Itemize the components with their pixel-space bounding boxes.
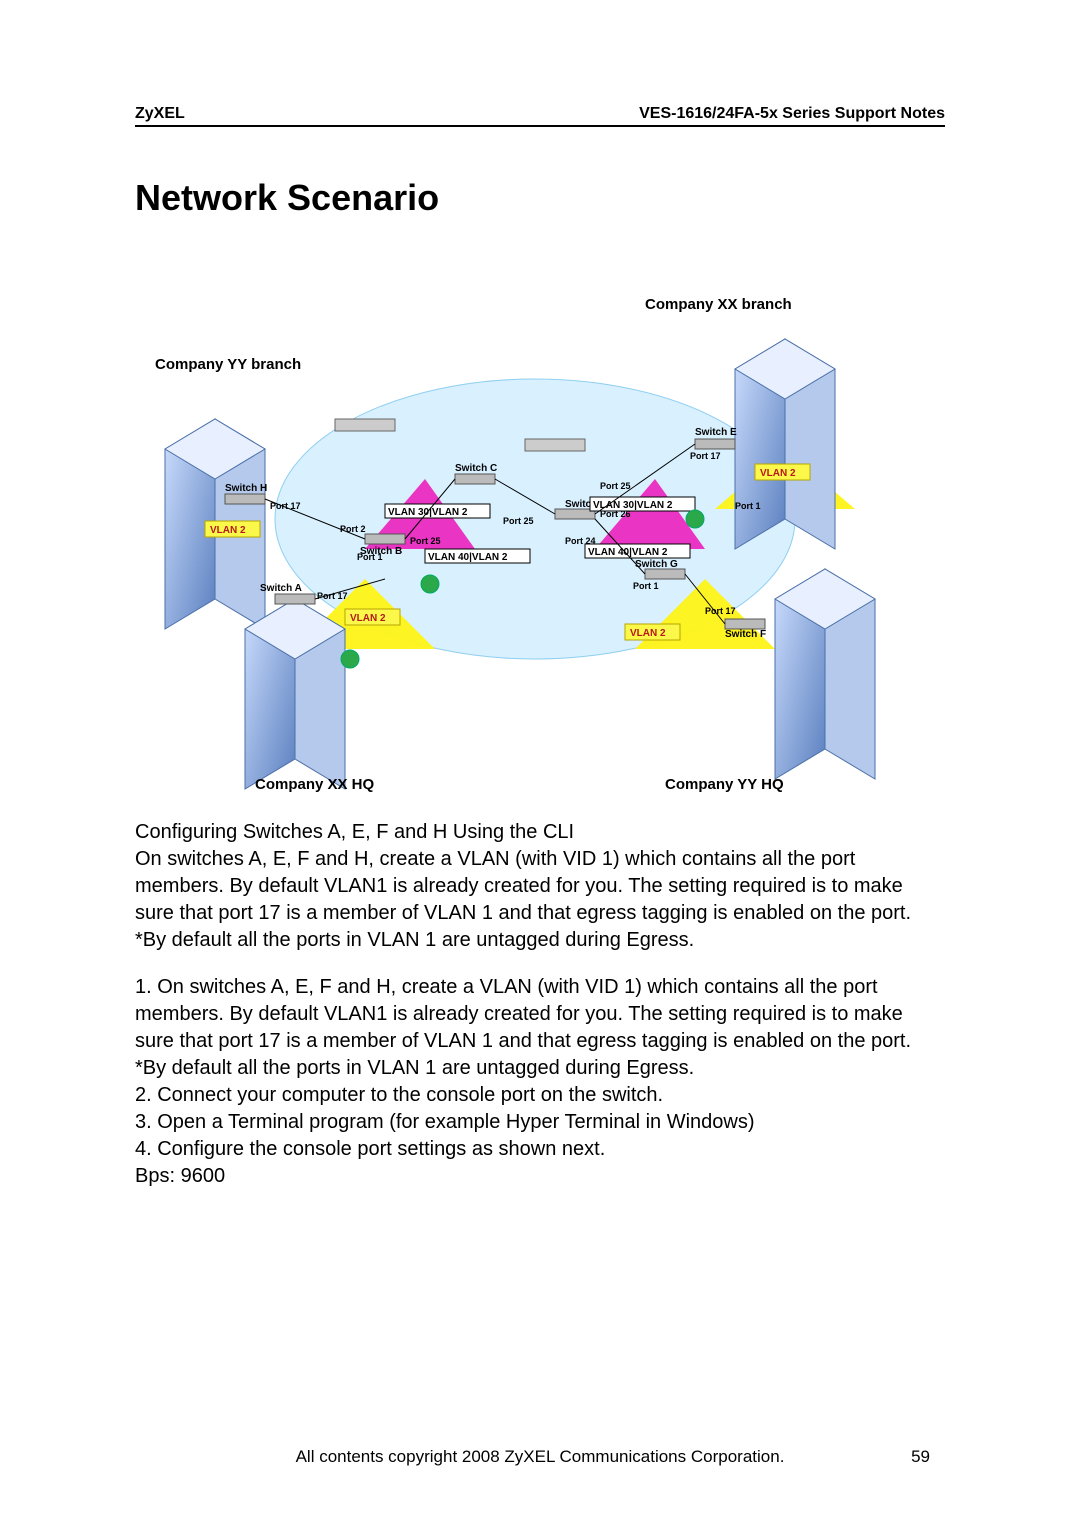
label-xx-branch: Company XX branch bbox=[645, 296, 792, 313]
intro-heading: Configuring Switches A, E, F and H Using… bbox=[135, 819, 945, 846]
switch-c-icon bbox=[455, 474, 495, 484]
vlan30-2-b: VLAN 30|VLAN 2 bbox=[388, 507, 468, 518]
bps-line: Bps: 9600 bbox=[135, 1163, 945, 1190]
switch-a-icon bbox=[275, 594, 315, 604]
intro-para: On switches A, E, F and H, create a VLAN… bbox=[135, 846, 945, 927]
label-switch-c: Switch C bbox=[455, 463, 497, 474]
building-xx-branch bbox=[735, 339, 835, 549]
port25-c: Port 25 bbox=[503, 516, 534, 526]
page-title: Network Scenario bbox=[135, 177, 945, 219]
label-switch-e: Switch E bbox=[695, 427, 737, 438]
rack-switch-1 bbox=[335, 419, 395, 431]
building-yy-hq bbox=[775, 569, 875, 779]
step-1-note: *By default all the ports in VLAN 1 are … bbox=[135, 1055, 945, 1082]
label-switch-g: Switch G bbox=[635, 559, 678, 570]
vlan2-e: VLAN 2 bbox=[760, 468, 796, 479]
page-header: ZyXEL VES-1616/24FA-5x Series Support No… bbox=[135, 105, 945, 127]
switch-f-icon bbox=[725, 619, 765, 629]
step-1: 1. On switches A, E, F and H, create a V… bbox=[135, 974, 945, 1055]
label-switch-h: Switch H bbox=[225, 483, 267, 494]
label-yy-hq: Company YY HQ bbox=[665, 776, 784, 793]
status-green-2 bbox=[686, 510, 704, 528]
status-green-3 bbox=[341, 650, 359, 668]
vlan40-2-d: VLAN 40|VLAN 2 bbox=[588, 547, 668, 558]
switch-e-icon bbox=[695, 439, 735, 449]
header-series: VES-1616/24FA-5x Series Support Notes bbox=[639, 105, 945, 123]
body-text: Configuring Switches A, E, F and H Using… bbox=[135, 819, 945, 1190]
intro-note: *By default all the ports in VLAN 1 are … bbox=[135, 927, 945, 954]
status-green-1 bbox=[421, 575, 439, 593]
rack-switch-2 bbox=[525, 439, 585, 451]
port2-b: Port 2 bbox=[340, 524, 366, 534]
port17-e: Port 17 bbox=[690, 451, 721, 461]
port1-g: Port 1 bbox=[633, 581, 659, 591]
port17-f: Port 17 bbox=[705, 606, 736, 616]
page-number: 59 bbox=[911, 1447, 930, 1467]
step-4: 4. Configure the console port settings a… bbox=[135, 1136, 945, 1163]
switch-h-icon bbox=[225, 494, 265, 504]
vlan2-h: VLAN 2 bbox=[210, 525, 246, 536]
port25-d: Port 25 bbox=[600, 481, 631, 491]
header-brand: ZyXEL bbox=[135, 105, 185, 123]
network-diagram: Company YY branch Company XX HQ Company … bbox=[135, 249, 945, 799]
port1-e: Port 1 bbox=[735, 501, 761, 511]
document-page: ZyXEL VES-1616/24FA-5x Series Support No… bbox=[0, 0, 1080, 1527]
label-switch-f: Switch F bbox=[725, 629, 766, 640]
vlan2-a: VLAN 2 bbox=[350, 613, 386, 624]
step-3: 3. Open a Terminal program (for example … bbox=[135, 1109, 945, 1136]
label-xx-hq: Company XX HQ bbox=[255, 776, 375, 793]
vlan30-2-d: VLAN 30|VLAN 2 bbox=[593, 500, 673, 511]
port1-b: Port 1 bbox=[357, 552, 383, 562]
switch-g-icon bbox=[645, 569, 685, 579]
port25-b: Port 25 bbox=[410, 536, 441, 546]
label-yy-branch: Company YY branch bbox=[155, 356, 301, 373]
vlan40-2-b: VLAN 40|VLAN 2 bbox=[428, 552, 508, 563]
vlan2-f: VLAN 2 bbox=[630, 628, 666, 639]
label-switch-a: Switch A bbox=[260, 583, 302, 594]
port17-a: Port 17 bbox=[317, 591, 348, 601]
switch-b-icon bbox=[365, 534, 405, 544]
building-xx-hq bbox=[245, 599, 345, 789]
switch-d-icon bbox=[555, 509, 595, 519]
step-2: 2. Connect your computer to the console … bbox=[135, 1082, 945, 1109]
